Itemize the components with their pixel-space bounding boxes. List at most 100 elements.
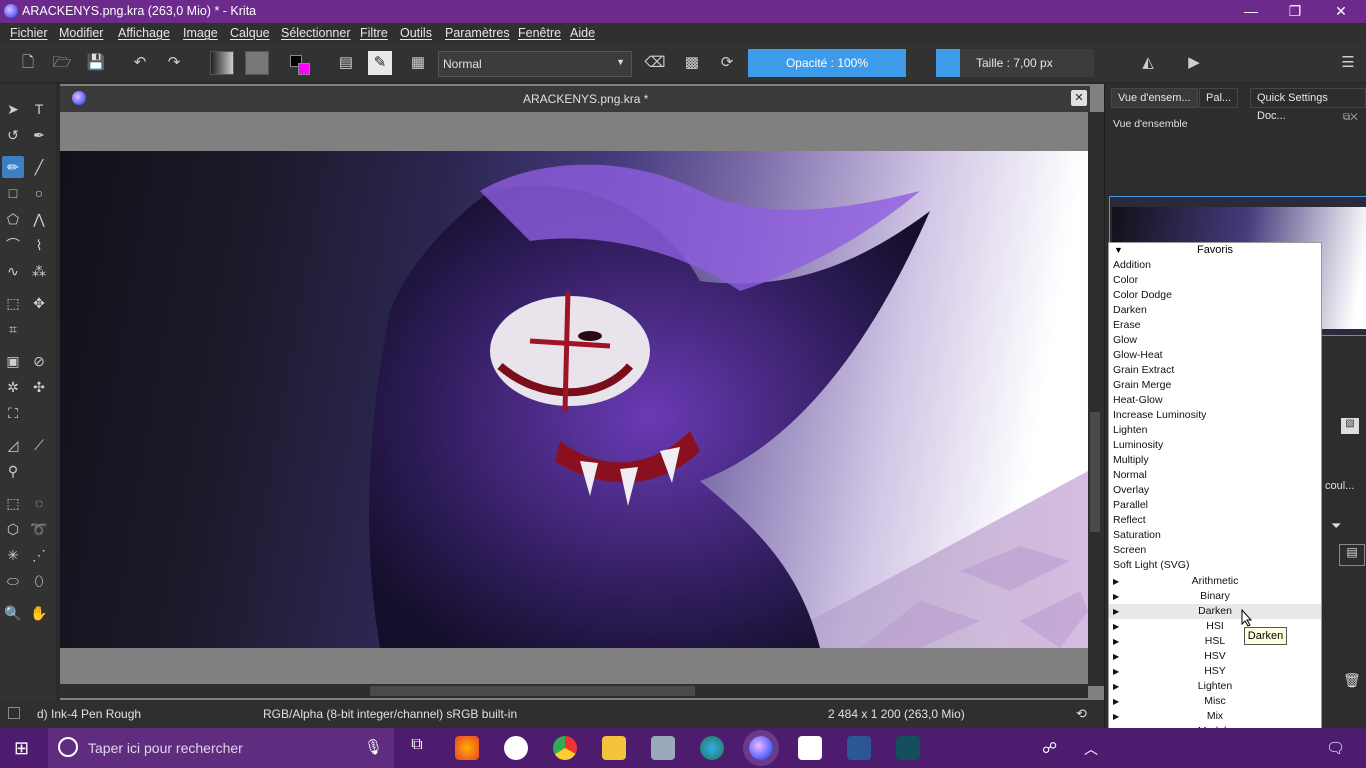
select-shapes-icon[interactable]: ➤ xyxy=(2,98,24,120)
word-icon[interactable] xyxy=(847,736,871,760)
vertical-scroll-thumb[interactable] xyxy=(1090,412,1100,532)
menu-parametres[interactable]: Paramètres xyxy=(445,26,510,40)
similar-select-icon[interactable]: ⋰ xyxy=(28,544,50,566)
menu-aide[interactable]: Aide xyxy=(570,26,595,40)
crop-tool-icon[interactable]: ⌗ xyxy=(2,318,24,340)
blend-option[interactable]: Reflect xyxy=(1113,513,1146,528)
reference-tool-icon[interactable]: ⚲ xyxy=(2,460,24,482)
menu-outils[interactable]: Outils xyxy=(400,26,432,40)
vertical-scrollbar[interactable] xyxy=(1088,112,1104,686)
blend-option[interactable]: Heat-Glow xyxy=(1113,393,1163,408)
blend-mode-dropdown[interactable]: ▼ Favoris Addition Color Color Dodge Darken… xyxy=(1108,242,1322,768)
blend-group[interactable]: ▶ HSI xyxy=(1109,619,1321,634)
taskbar-search[interactable]: Taper ici pour rechercher 🎙 xyxy=(48,728,394,768)
pan-tool-icon[interactable]: ✋ xyxy=(28,602,50,624)
fill-tool-icon[interactable]: ⛶ xyxy=(2,402,24,424)
dynamic-brush-icon[interactable]: ∿ xyxy=(2,260,24,282)
paint-app-icon[interactable] xyxy=(651,736,675,760)
blend-group[interactable]: ▶ HSL xyxy=(1109,634,1321,649)
horizontal-scrollbar[interactable] xyxy=(60,684,1088,698)
rectangle-tool-icon[interactable]: □ xyxy=(2,182,24,204)
zoom-tool-icon[interactable]: 🔍 xyxy=(2,602,24,624)
chrome-icon[interactable] xyxy=(553,736,577,760)
size-slider[interactable]: Taille : 7,00 px xyxy=(936,49,1094,77)
blend-group[interactable]: ▶ Mix xyxy=(1109,709,1321,724)
blend-group[interactable]: ▶ Misc xyxy=(1109,694,1321,709)
measure-tool-icon[interactable]: ⟋ xyxy=(28,434,50,456)
eraser-mode-icon[interactable]: ⌫ xyxy=(643,51,667,75)
polygon-select-icon[interactable]: ⬡ xyxy=(2,518,24,540)
favorites-header[interactable]: ▼ Favoris xyxy=(1109,243,1321,259)
menu-selectionner[interactable]: Sélectionner xyxy=(281,26,351,40)
blend-option[interactable]: Color xyxy=(1113,273,1138,288)
blend-option[interactable]: Color Dodge xyxy=(1113,288,1172,303)
blend-option[interactable]: Darken xyxy=(1113,303,1147,318)
blend-mode-select[interactable]: Normal ▼ xyxy=(438,51,632,77)
colorize-mask-icon[interactable]: ✣ xyxy=(28,376,50,398)
close-document-icon[interactable]: ✕ xyxy=(1071,90,1087,106)
brush-preset-icon[interactable]: ✎ xyxy=(368,51,392,75)
undo-icon[interactable]: ↶ xyxy=(128,51,152,75)
menu-affichage[interactable]: Affichage xyxy=(118,26,170,40)
blend-option[interactable]: Lighten xyxy=(1113,423,1147,438)
blend-option[interactable]: Screen xyxy=(1113,543,1146,558)
blend-option[interactable]: Saturation xyxy=(1113,528,1161,543)
menu-fenetre[interactable]: Fenêtre xyxy=(518,26,561,40)
blend-option[interactable]: Normal xyxy=(1113,468,1147,483)
tab-quick-settings[interactable]: Quick Settings Doc... xyxy=(1250,88,1366,122)
gradient-preset-icon[interactable] xyxy=(210,51,234,75)
mirror-horizontal-icon[interactable]: ◭ xyxy=(1136,51,1160,75)
layer-property-icon[interactable]: ▨ xyxy=(1341,418,1359,434)
fg-bg-color-icon[interactable] xyxy=(288,51,316,75)
polyline-tool-icon[interactable]: ⋀ xyxy=(28,208,50,230)
move-tool-icon[interactable]: ✥ xyxy=(28,292,50,314)
freehand-brush-icon[interactable]: ✏ xyxy=(2,156,24,178)
transform-tool-icon[interactable]: ⬚ xyxy=(2,292,24,314)
app-teal-icon[interactable] xyxy=(896,736,920,760)
color-picker-icon[interactable]: ⊘ xyxy=(28,350,50,372)
text-tool-icon[interactable]: T xyxy=(28,98,50,120)
freehand-path-icon[interactable]: ⌇ xyxy=(28,234,50,256)
menu-modifier[interactable]: Modifier xyxy=(59,26,103,40)
new-document-icon[interactable]: 🗋 xyxy=(16,51,40,75)
blend-option[interactable]: Parallel xyxy=(1113,498,1148,513)
bezier-select-icon[interactable]: ⬭ xyxy=(2,570,24,592)
blend-group[interactable]: ▶ Darken xyxy=(1109,604,1321,619)
people-icon[interactable]: ☍ xyxy=(1042,739,1057,757)
opacity-slider[interactable]: Opacité : 100% xyxy=(748,49,906,77)
blend-option[interactable]: Multiply xyxy=(1113,453,1149,468)
redo-icon[interactable]: ↷ xyxy=(162,51,186,75)
layer-options-icon[interactable]: ▤ xyxy=(1339,544,1365,566)
notifications-icon[interactable]: 🗨 xyxy=(1326,739,1345,757)
calligraphy-icon[interactable]: ✒ xyxy=(28,124,50,146)
krita-taskbar-icon[interactable] xyxy=(743,730,779,766)
document-tab[interactable]: ARACKENYS.png.kra * ✕ xyxy=(60,86,1090,112)
blend-option[interactable]: Glow-Heat xyxy=(1113,348,1163,363)
blend-group[interactable]: ▶ HSV xyxy=(1109,649,1321,664)
save-icon[interactable]: 💾 xyxy=(84,51,108,75)
canvas-artwork[interactable] xyxy=(60,151,1088,648)
microphone-icon[interactable]: 🎙 xyxy=(364,738,383,756)
tab-palette[interactable]: Pal... xyxy=(1199,88,1239,108)
close-button[interactable]: ✕ xyxy=(1318,0,1364,23)
reload-preset-icon[interactable]: ⟳ xyxy=(715,51,739,75)
rotate-reset-icon[interactable]: ⟲ xyxy=(1076,706,1087,722)
blend-option[interactable]: Addition xyxy=(1113,258,1151,273)
open-folder-icon[interactable]: 🗁 xyxy=(50,51,74,75)
brush-settings-icon[interactable]: ▤ xyxy=(334,51,358,75)
assistant-tool-icon[interactable]: ◿ xyxy=(2,434,24,456)
edge-icon[interactable] xyxy=(700,736,724,760)
blend-option[interactable]: Erase xyxy=(1113,318,1140,333)
panel-float-close-icon[interactable]: ⧉✕ xyxy=(1343,112,1358,123)
blend-option[interactable]: Grain Merge xyxy=(1113,378,1171,393)
pattern-preset-icon[interactable] xyxy=(245,51,269,75)
delete-layer-icon[interactable]: 🗑 xyxy=(1343,672,1361,689)
blend-option[interactable]: Glow xyxy=(1113,333,1137,348)
blend-option[interactable]: Grain Extract xyxy=(1113,363,1174,378)
blend-group[interactable]: ▶ HSY xyxy=(1109,664,1321,679)
blend-group[interactable]: ▶ Arithmetic xyxy=(1109,574,1321,589)
menu-calque[interactable]: Calque xyxy=(230,26,270,40)
brush-presets-grid-icon[interactable]: ▦ xyxy=(406,51,430,75)
blend-option[interactable]: Increase Luminosity xyxy=(1113,408,1206,423)
bezier-tool-icon[interactable]: ⌒ xyxy=(2,234,24,256)
